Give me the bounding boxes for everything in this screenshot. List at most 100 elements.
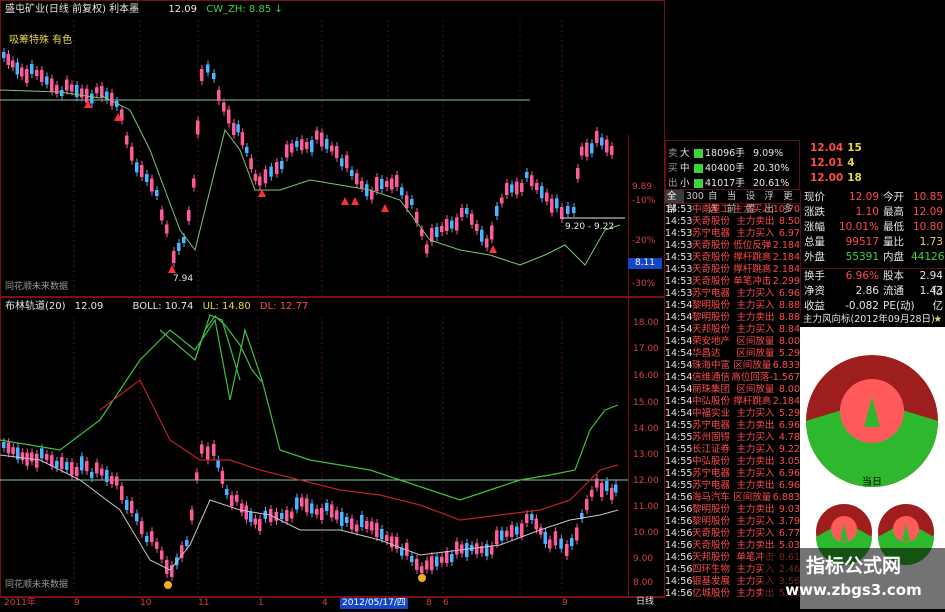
tape-value: 3.05 bbox=[778, 456, 800, 467]
tape-row[interactable]: 14:55 苏宁电器 主力卖出 6.96 bbox=[665, 420, 800, 432]
candlestick-chart[interactable] bbox=[0, 0, 628, 597]
tape-row[interactable]: 14:54 天邦股份 主力买入 8.84 bbox=[665, 324, 800, 336]
tape-row[interactable]: 14:54 中弘股份 撑杆跳高 2.184 bbox=[665, 396, 800, 408]
lower-candle bbox=[375, 523, 379, 537]
tape-row[interactable]: 14:56 海马汽车 区间放量 6.883 bbox=[665, 492, 800, 504]
upper-candle bbox=[340, 158, 344, 167]
tape-row[interactable]: 14:53 天奇股份 撑杆跳高 2.184 bbox=[665, 264, 800, 276]
tape-value: 6.96 bbox=[778, 288, 800, 299]
tape-row[interactable]: 14:53 天奇股份 单笔冲击 2.299 bbox=[665, 276, 800, 288]
tape-tab-3[interactable]: 当前 bbox=[725, 190, 744, 215]
tape-row[interactable]: 14:53 天奇股份 主力卖出 8.50 bbox=[665, 216, 800, 228]
signal-dot-icon bbox=[418, 574, 426, 582]
tape-value: 2.299 bbox=[772, 276, 800, 287]
x-axis-label: 4 bbox=[322, 598, 328, 608]
tape-time: 14:53 bbox=[665, 204, 693, 215]
tape-row[interactable]: 14:54 信维通信 高位回落 -1.567 bbox=[665, 372, 800, 384]
upper-candle bbox=[350, 170, 354, 176]
lower-candle bbox=[605, 481, 609, 491]
tape-value: 6.77 bbox=[778, 528, 800, 539]
tape-stock: 中弘股份 bbox=[692, 456, 731, 467]
lower-candle bbox=[600, 483, 604, 497]
tape-stock: 华昌达 bbox=[692, 348, 721, 359]
tape-tab-1[interactable]: 300 bbox=[684, 190, 706, 203]
tape-value: 8.88 bbox=[778, 312, 800, 323]
period-label[interactable]: 日线 bbox=[636, 597, 654, 608]
lower-candle bbox=[360, 515, 364, 527]
tape-row[interactable]: 14:55 苏宁电器 主力卖出 6.96 bbox=[665, 480, 800, 492]
tape-time: 14:53 bbox=[665, 288, 693, 299]
tape-row[interactable]: 14:56 黎明股份 主力买入 3.79 bbox=[665, 516, 800, 528]
tape-action: 主力买入 bbox=[736, 288, 775, 299]
lower-candle bbox=[145, 536, 149, 542]
tape-row[interactable]: 14:54 中福实业 主力买入 5.29 bbox=[665, 408, 800, 420]
flow-row: 出小 41017手 20.61% bbox=[666, 177, 789, 191]
upper-candle bbox=[465, 208, 469, 214]
upper-candle bbox=[196, 120, 200, 135]
tape-action: 主力买入 bbox=[736, 528, 775, 539]
tape-row[interactable]: 14:54 珠海中富 区间放量 6.833 bbox=[665, 360, 800, 372]
stat-row: 收益(二) -0.082 PE(动) bbox=[804, 299, 945, 327]
tape-value: 3.79 bbox=[778, 516, 800, 527]
tape-value: 6.96 bbox=[778, 480, 800, 491]
lower-candle bbox=[90, 472, 94, 478]
tape-row[interactable]: 14:56 黎明股份 主力卖出 9.03 bbox=[665, 504, 800, 516]
tape-time: 14:55 bbox=[665, 420, 693, 431]
upper-candle bbox=[263, 169, 268, 184]
tape-value: 10.70 bbox=[772, 204, 800, 215]
stat-value: 2.86 bbox=[855, 285, 879, 297]
tape-row[interactable]: 14:55 苏州固锝 主力买入 4.78 bbox=[665, 432, 800, 444]
tape-row[interactable]: 14:55 苏宁电器 主力买入 6.96 bbox=[665, 468, 800, 480]
flow-swatch bbox=[694, 179, 703, 188]
tape-row[interactable]: 14:53 天奇股份 撑杆跳高 2.184 bbox=[665, 252, 800, 264]
lower-candle bbox=[440, 556, 444, 563]
lower-candle bbox=[320, 508, 324, 520]
today-label: 当日 bbox=[862, 477, 882, 488]
upper-candle bbox=[515, 181, 519, 195]
tape-action: 主力卖出 bbox=[736, 312, 775, 323]
tape-tab-6[interactable]: 更多 bbox=[781, 190, 800, 215]
lower-candle bbox=[165, 560, 169, 574]
flow-row: 买中 40400手 20.30% bbox=[666, 162, 789, 176]
stat-row: 总量 99517 量比 1.73 bbox=[804, 235, 945, 250]
tape-action: 主力卖出 bbox=[736, 504, 775, 515]
signal-tape[interactable]: 14:53 中南重工 主力买入 10.70 14:53 天奇股份 主力卖出 8.50 14:53… bbox=[665, 204, 800, 597]
tape-time: 14:55 bbox=[665, 468, 693, 479]
tape-value: 8.84 bbox=[778, 324, 800, 335]
tape-stock: 银基发展 bbox=[692, 576, 731, 587]
tape-row[interactable]: 14:54 丽珠集团 区间放量 8.00 bbox=[665, 384, 800, 396]
tape-row[interactable]: 14:54 黎明股份 主力买入 8.88 bbox=[665, 300, 800, 312]
tape-tab-5[interactable]: 浮出 bbox=[762, 190, 781, 215]
upper-candle bbox=[360, 181, 364, 188]
star-icon[interactable]: ★ bbox=[933, 313, 942, 327]
signal-dot-icon bbox=[164, 581, 172, 589]
x-axis-label: 6 bbox=[443, 598, 449, 608]
tape-row[interactable]: 14:53 苏宁电器 主力买入 6.96 bbox=[665, 288, 800, 300]
orderbook-row: 12.00 18 bbox=[810, 172, 862, 184]
tape-row[interactable]: 14:55 中弘股份 主力卖出 3.05 bbox=[665, 456, 800, 468]
upper-candle bbox=[290, 143, 294, 153]
tape-row[interactable]: 14:53 苏宁电器 主力买入 6.97 bbox=[665, 228, 800, 240]
upper-candle bbox=[300, 139, 304, 151]
tape-row[interactable]: 14:54 华昌达 区间放量 5.29 bbox=[665, 348, 800, 360]
tape-row[interactable]: 14:53 中南重工 主力买入 10.70 bbox=[665, 204, 800, 216]
lower-candle bbox=[534, 518, 538, 530]
lower-candle bbox=[490, 545, 494, 555]
tape-row[interactable]: 14:56 天奇股份 主力买入 6.77 bbox=[665, 528, 800, 540]
tape-tab-0[interactable]: 全部 bbox=[665, 190, 684, 215]
upper-candle bbox=[440, 226, 444, 232]
tape-stock: 苏宁电器 bbox=[692, 480, 731, 491]
tape-row[interactable]: 14:55 长江证券 主力买入 9.22 bbox=[665, 444, 800, 456]
orderbook-row: 12.04 15 bbox=[810, 142, 862, 154]
tape-tab-4[interactable]: 设置 bbox=[744, 190, 763, 215]
upper-candle bbox=[455, 217, 459, 231]
tape-value: 2.184 bbox=[772, 264, 800, 275]
tape-time: 14:53 bbox=[665, 216, 693, 227]
upper-candle bbox=[6, 54, 10, 65]
lower-candle bbox=[206, 446, 210, 461]
tape-row[interactable]: 14:53 天奇股份 低位反弹 2.184 bbox=[665, 240, 800, 252]
tape-row[interactable]: 14:54 荣安地产 区间放量 8.00 bbox=[665, 336, 800, 348]
tape-row[interactable]: 14:54 黎明股份 主力卖出 8.88 bbox=[665, 312, 800, 324]
tape-tab-2[interactable]: 自选 bbox=[706, 190, 725, 215]
upper-candle bbox=[30, 64, 34, 74]
